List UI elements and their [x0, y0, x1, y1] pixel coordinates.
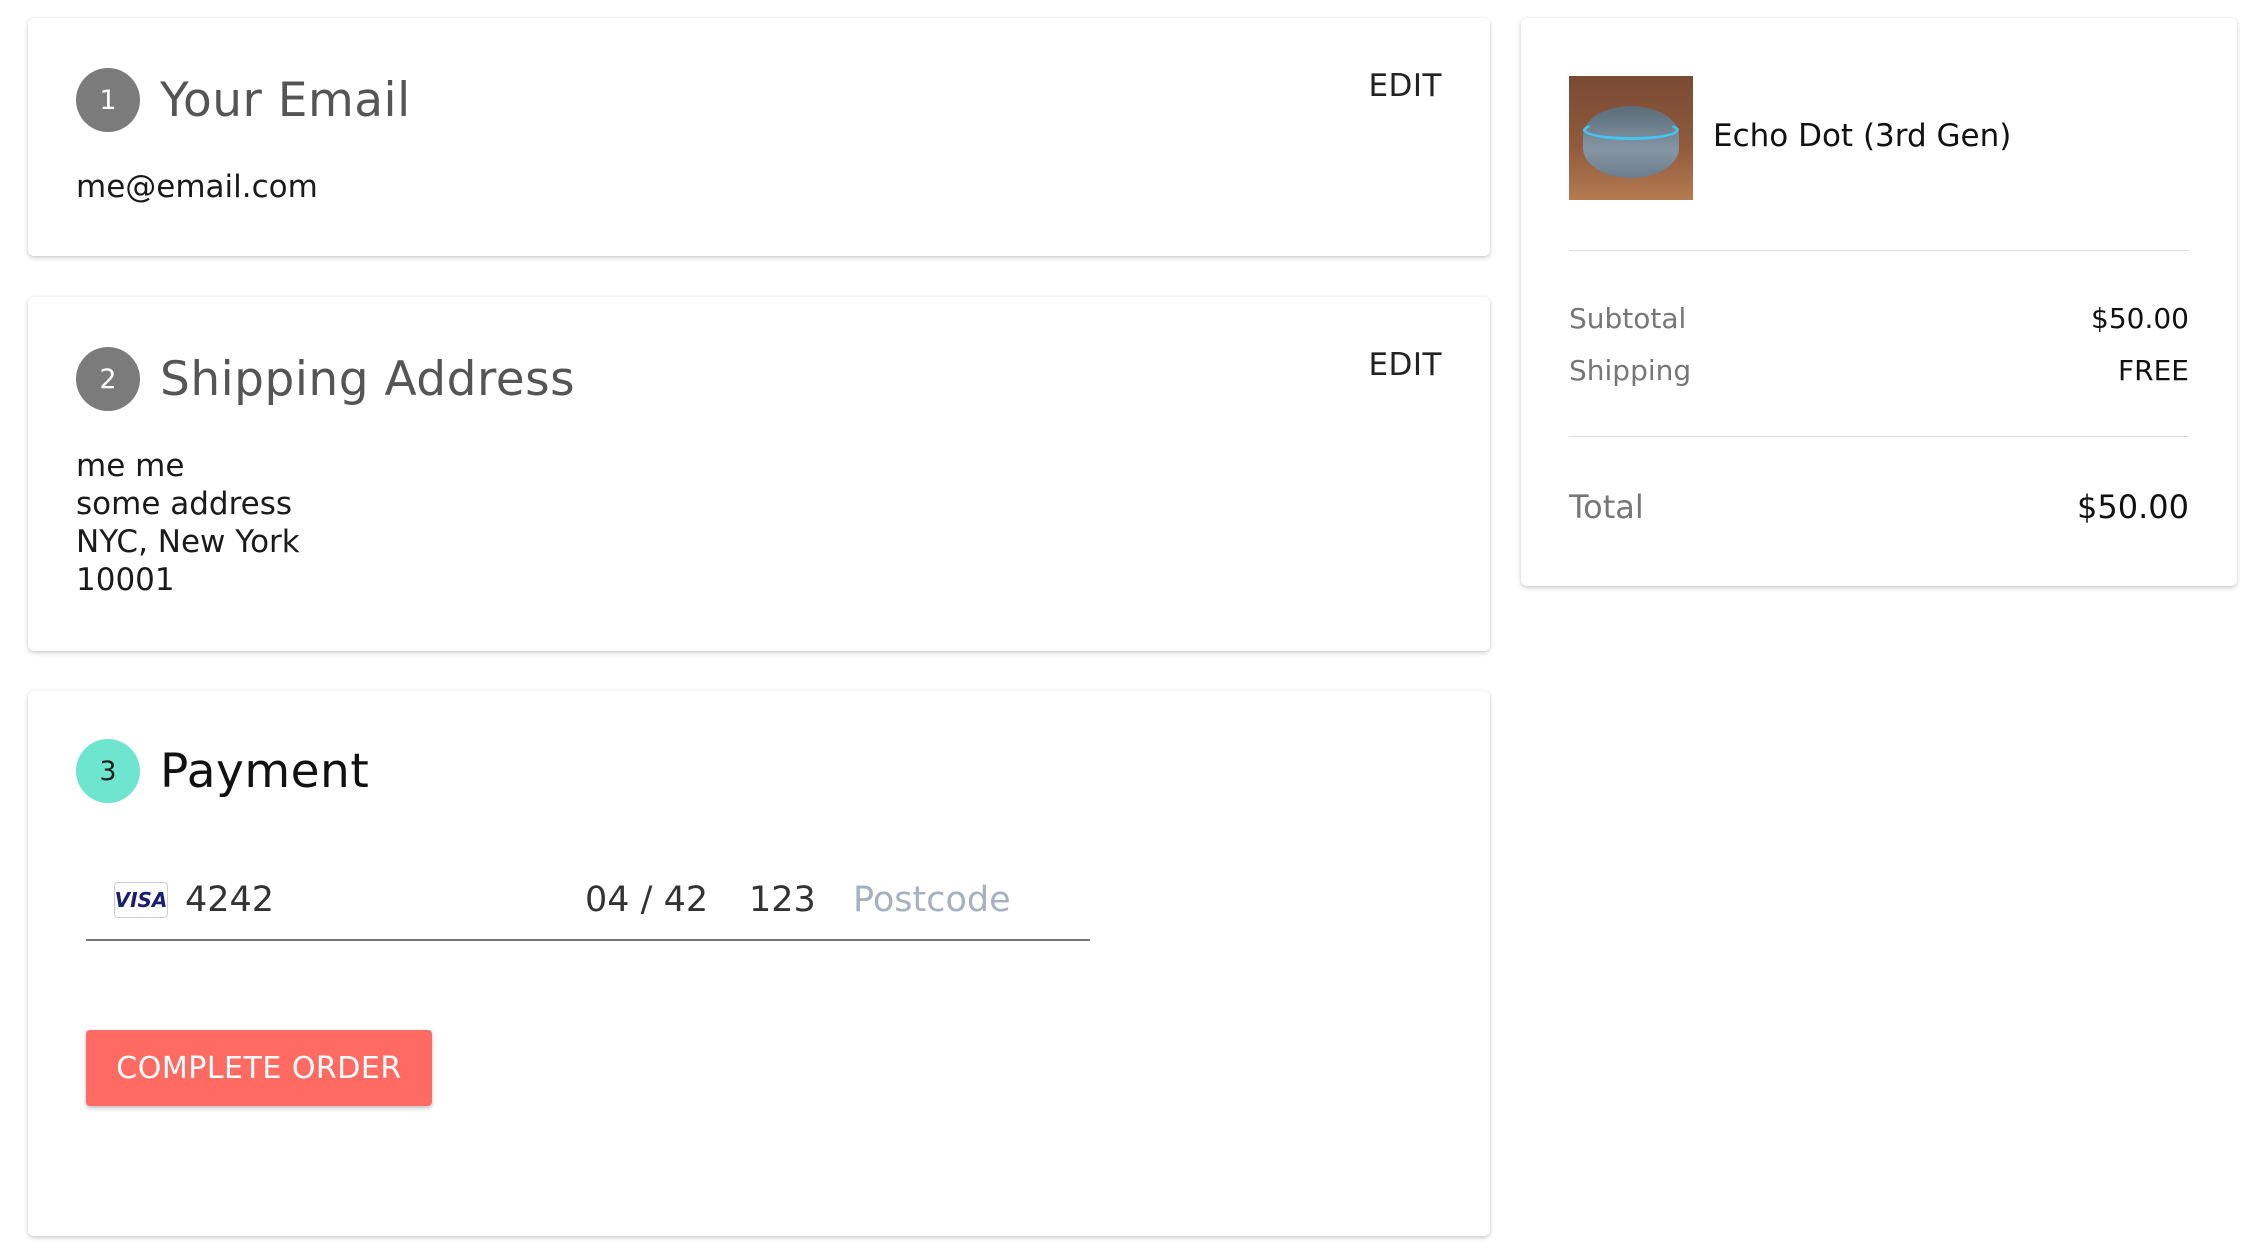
payment-step-header: 3 Payment: [76, 739, 369, 803]
subtotal-row: Subtotal $50.00: [1569, 302, 2189, 335]
summary-divider: [1569, 436, 2189, 437]
echo-dot-body-shape: [1583, 106, 1679, 178]
shipping-step-card: 2 Shipping Address EDIT me me some addre…: [28, 297, 1490, 651]
step-number-badge: 1: [76, 68, 140, 132]
step-number-badge: 2: [76, 347, 140, 411]
email-step-title: Your Email: [160, 72, 411, 128]
card-cvc-input[interactable]: 123: [749, 880, 853, 920]
card-number-input[interactable]: 4242: [185, 880, 585, 920]
edit-shipping-link[interactable]: EDIT: [1368, 347, 1442, 383]
payment-step-card: 3 Payment VISA 4242 04 / 42 123 Postcode…: [28, 691, 1490, 1236]
product-name: Echo Dot (3rd Gen): [1713, 118, 2012, 154]
email-value: me@email.com: [76, 169, 318, 205]
order-summary-card: Echo Dot (3rd Gen) Subtotal $50.00 Shipp…: [1521, 18, 2237, 586]
email-step-header: 1 Your Email: [76, 68, 411, 132]
echo-dot-light-ring: [1583, 120, 1679, 140]
card-expiry-input[interactable]: 04 / 42: [585, 880, 749, 920]
shipping-step-title: Shipping Address: [160, 351, 576, 407]
address-line-zip: 10001: [76, 562, 175, 598]
total-row: Total $50.00: [1569, 488, 2189, 526]
shipping-cost-row: Shipping FREE: [1569, 354, 2189, 387]
address-line-name: me me: [76, 448, 185, 484]
echo-dot-image: [1569, 76, 1693, 200]
shipping-cost-value: FREE: [2118, 354, 2189, 387]
total-value: $50.00: [2077, 488, 2189, 526]
card-input-field[interactable]: VISA 4242 04 / 42 123 Postcode: [86, 861, 1090, 941]
shipping-cost-label: Shipping: [1569, 354, 1692, 387]
subtotal-label: Subtotal: [1569, 302, 1687, 335]
subtotal-value: $50.00: [2091, 302, 2189, 335]
summary-divider: [1569, 250, 2189, 251]
email-step-card: 1 Your Email EDIT me@email.com: [28, 18, 1490, 256]
postcode-input[interactable]: Postcode: [853, 880, 1011, 920]
total-label: Total: [1569, 488, 1644, 526]
complete-order-button[interactable]: COMPLETE ORDER: [86, 1030, 432, 1106]
payment-step-title: Payment: [160, 743, 370, 799]
shipping-step-header: 2 Shipping Address: [76, 347, 575, 411]
visa-card-icon: VISA: [114, 882, 168, 918]
address-line-street: some address: [76, 486, 293, 522]
address-line-city: NYC, New York: [76, 524, 300, 560]
edit-email-link[interactable]: EDIT: [1368, 68, 1442, 104]
step-number-badge: 3: [76, 739, 140, 803]
shipping-address-block: me me some address NYC, New York 10001: [76, 447, 300, 599]
